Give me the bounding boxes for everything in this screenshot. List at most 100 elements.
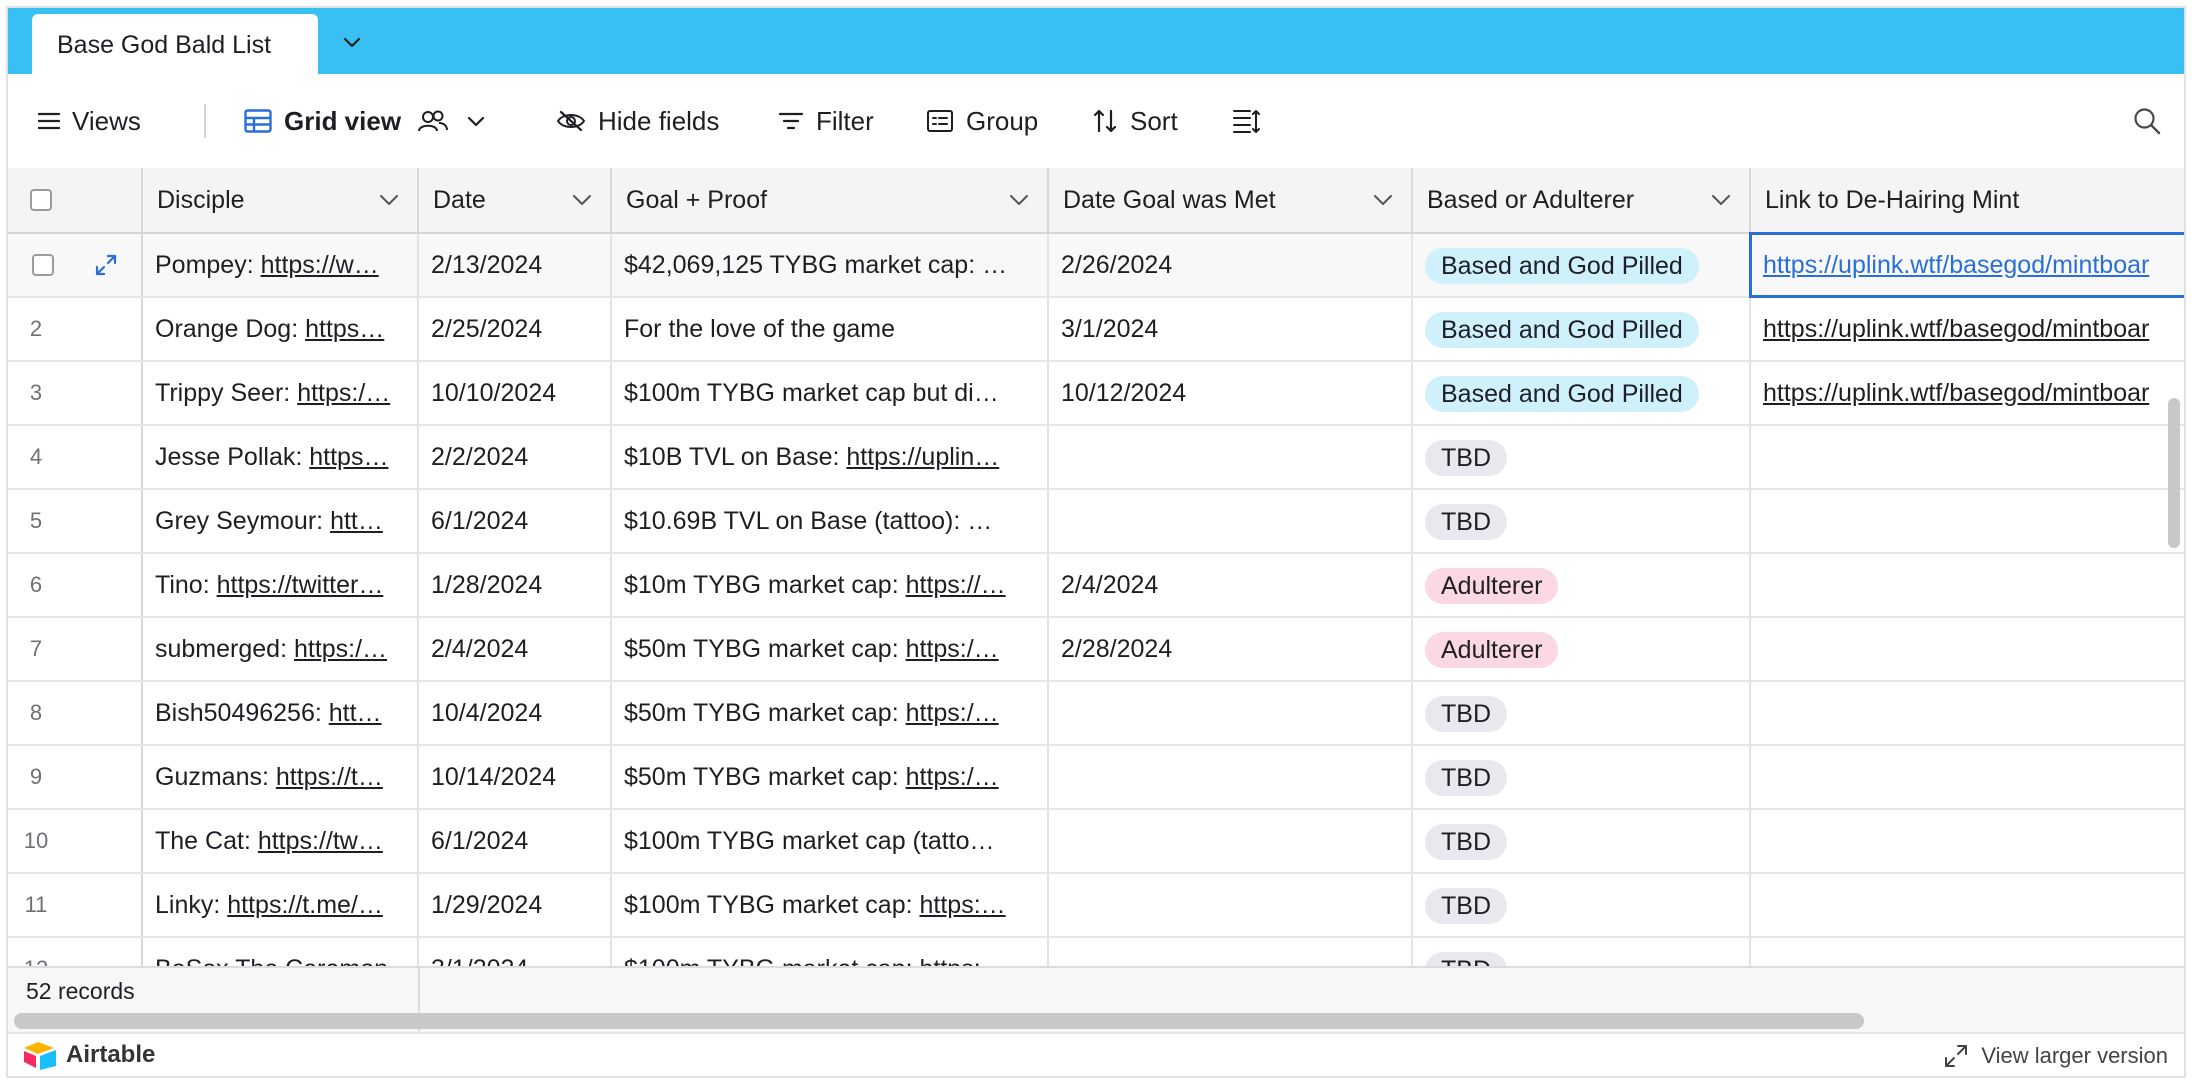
table-row[interactable]: 2 Orange Dog: https… 2/25/2024 For the love… (8, 298, 2184, 362)
cell-date[interactable]: 2/25/2024 (419, 298, 612, 360)
cell-date-goal-met[interactable] (1049, 682, 1413, 744)
goal-link[interactable]: https:/… (906, 635, 999, 663)
views-button[interactable]: Views (38, 74, 141, 168)
column-header-based-or-adulterer[interactable]: Based or Adulterer (1413, 168, 1751, 232)
cell-goal-proof[interactable]: $100m TYBG market cap (tatto… (612, 810, 1049, 872)
cell-based-or-adulterer[interactable]: TBD (1413, 426, 1751, 488)
cell-disciple[interactable]: Guzmans: https://t… (143, 746, 419, 808)
cell-disciple[interactable]: Linky: https://t.me/… (143, 874, 419, 936)
cell-date-goal-met[interactable] (1049, 938, 1413, 966)
cell-based-or-adulterer[interactable]: TBD (1413, 810, 1751, 872)
cell-date[interactable]: 2/2/2024 (419, 426, 612, 488)
column-header-link-mint[interactable]: Link to De-Hairing Mint (1751, 168, 2184, 232)
cell-based-or-adulterer[interactable]: Adulterer (1413, 554, 1751, 616)
cell-date[interactable]: 10/4/2024 (419, 682, 612, 744)
cell-link-mint[interactable] (1751, 746, 2184, 808)
cell-based-or-adulterer[interactable]: TBD (1413, 746, 1751, 808)
disciple-link[interactable]: https… (309, 443, 388, 471)
cell-link-mint[interactable] (1751, 874, 2184, 936)
cell-goal-proof[interactable]: $100m TYBG market cap but di… (612, 362, 1049, 424)
grid-view-button[interactable]: Grid view (244, 74, 485, 168)
cell-disciple[interactable]: Jesse Pollak: https… (143, 426, 419, 488)
table-row[interactable]: 9 Guzmans: https://t… 10/14/2024 $50m TYBG … (8, 746, 2184, 810)
cell-disciple[interactable]: The Cat: https://tw… (143, 810, 419, 872)
cell-goal-proof[interactable]: $50m TYBG market cap: https:/… (612, 618, 1049, 680)
disciple-link[interactable]: https://tw… (258, 827, 383, 855)
table-row[interactable]: 5 Grey Seymour: htt… 6/1/2024 $10.69B TVL o… (8, 490, 2184, 554)
cell-date[interactable]: 6/1/2024 (419, 490, 612, 552)
cell-disciple[interactable]: Bish50496256: htt… (143, 682, 419, 744)
column-header-date[interactable]: Date (419, 168, 612, 232)
view-larger-link[interactable]: View larger version (1943, 1034, 2168, 1076)
cell-link-mint[interactable] (1751, 810, 2184, 872)
vertical-scrollbar[interactable] (2168, 398, 2180, 548)
column-header-disciple[interactable]: Disciple (143, 168, 419, 232)
airtable-logo[interactable]: Airtable (22, 1040, 155, 1070)
goal-link[interactable]: https://… (906, 571, 1006, 599)
cell-date-goal-met[interactable] (1049, 490, 1413, 552)
table-row[interactable]: Pompey: https://w… 2/13/2024 $42,069,125 T… (8, 234, 2184, 298)
cell-date-goal-met[interactable]: 3/1/2024 (1049, 298, 1413, 360)
cell-based-or-adulterer[interactable]: Based and God Pilled (1413, 362, 1751, 424)
cell-based-or-adulterer[interactable]: TBD (1413, 490, 1751, 552)
disciple-link[interactable]: https://w… (261, 251, 379, 279)
goal-link[interactable]: https:/… (906, 699, 999, 727)
mint-link[interactable]: https://uplink.wtf/basegod/mintboar (1763, 251, 2149, 279)
goal-link[interactable]: https:… (920, 891, 1006, 919)
filter-button[interactable]: Filter (778, 74, 874, 168)
cell-date-goal-met[interactable]: 2/4/2024 (1049, 554, 1413, 616)
disciple-link[interactable]: https://t… (276, 763, 383, 791)
table-row[interactable]: 11 Linky: https://t.me/… 1/29/2024 $100m TY… (8, 874, 2184, 938)
cell-link-mint[interactable] (1751, 490, 2184, 552)
cell-based-or-adulterer[interactable]: TBD (1413, 874, 1751, 936)
cell-link-mint[interactable] (1751, 426, 2184, 488)
table-row[interactable]: 10 The Cat: https://tw… 6/1/2024 $100m TYBG… (8, 810, 2184, 874)
cell-disciple[interactable]: submerged: https:/… (143, 618, 419, 680)
cell-goal-proof[interactable]: $50m TYBG market cap: https:/… (612, 682, 1049, 744)
cell-goal-proof[interactable]: $10B TVL on Base: https://uplin… (612, 426, 1049, 488)
cell-date-goal-met[interactable]: 10/12/2024 (1049, 362, 1413, 424)
cell-date[interactable]: 2/13/2024 (419, 234, 612, 296)
cell-date-goal-met[interactable] (1049, 874, 1413, 936)
cell-goal-proof[interactable]: $10m TYBG market cap: https://… (612, 554, 1049, 616)
cell-goal-proof[interactable]: $100m TYBG market cap: https:… (612, 874, 1049, 936)
disciple-link[interactable]: https:/… (297, 379, 390, 407)
cell-link-mint[interactable] (1751, 554, 2184, 616)
disciple-link[interactable]: https:/… (294, 635, 387, 663)
tab-base-god-bald-list[interactable]: Base God Bald List (32, 14, 318, 78)
cell-based-or-adulterer[interactable]: Adulterer (1413, 618, 1751, 680)
goal-link[interactable]: https://uplin… (846, 443, 999, 471)
cell-date[interactable]: 10/10/2024 (419, 362, 612, 424)
cell-disciple[interactable]: Trippy Seer: https:/… (143, 362, 419, 424)
horizontal-scrollbar[interactable] (14, 1013, 1864, 1029)
cell-disciple[interactable]: Tino: https://twitter… (143, 554, 419, 616)
cell-based-or-adulterer[interactable]: TBD (1413, 938, 1751, 966)
cell-based-or-adulterer[interactable]: TBD (1413, 682, 1751, 744)
cell-disciple[interactable]: Pompey: https://w… (143, 234, 419, 296)
select-all-checkbox[interactable] (30, 189, 52, 211)
cell-based-or-adulterer[interactable]: Based and God Pilled (1413, 298, 1751, 360)
search-button[interactable] (2132, 74, 2162, 168)
chevron-down-icon[interactable] (1009, 192, 1029, 208)
table-row[interactable]: 8 Bish50496256: htt… 10/4/2024 $50m TYBG ma… (8, 682, 2184, 746)
table-row[interactable]: 12 BoSox The Ceremonial: 3/1/2024 $100m TY… (8, 938, 2184, 966)
chevron-down-icon[interactable] (572, 192, 592, 208)
row-checkbox[interactable] (32, 254, 54, 276)
cell-goal-proof[interactable]: $100m TYBG market cap: https:… (612, 938, 1049, 966)
disciple-link[interactable]: htt… (330, 507, 383, 535)
cell-link-mint[interactable]: https://uplink.wtf/basegod/mintboar (1751, 234, 2184, 296)
cell-link-mint[interactable]: https://uplink.wtf/basegod/mintboar (1751, 298, 2184, 360)
cell-link-mint[interactable]: https://uplink.wtf/basegod/mintboar (1751, 362, 2184, 424)
cell-disciple[interactable]: BoSox The Ceremonial: (143, 938, 419, 966)
group-button[interactable]: Group (926, 74, 1038, 168)
chevron-down-icon[interactable] (1373, 192, 1393, 208)
table-row[interactable]: 4 Jesse Pollak: https… 2/2/2024 $10B TVL on… (8, 426, 2184, 490)
mint-link[interactable]: https://uplink.wtf/basegod/mintboar (1763, 315, 2149, 343)
cell-date-goal-met[interactable] (1049, 426, 1413, 488)
cell-link-mint[interactable] (1751, 938, 2184, 966)
column-header-goal-proof[interactable]: Goal + Proof (612, 168, 1049, 232)
cell-date[interactable]: 6/1/2024 (419, 810, 612, 872)
cell-goal-proof[interactable]: $50m TYBG market cap: https:/… (612, 746, 1049, 808)
chevron-down-icon[interactable] (379, 192, 399, 208)
cell-goal-proof[interactable]: For the love of the game (612, 298, 1049, 360)
